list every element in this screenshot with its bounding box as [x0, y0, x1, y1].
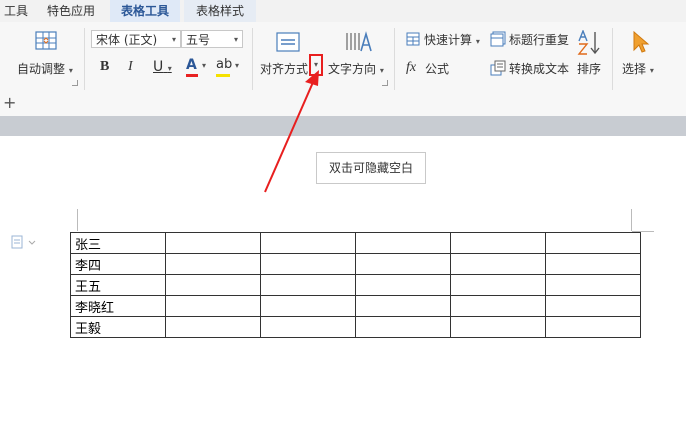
annotation-arrow-icon [264, 70, 319, 193]
